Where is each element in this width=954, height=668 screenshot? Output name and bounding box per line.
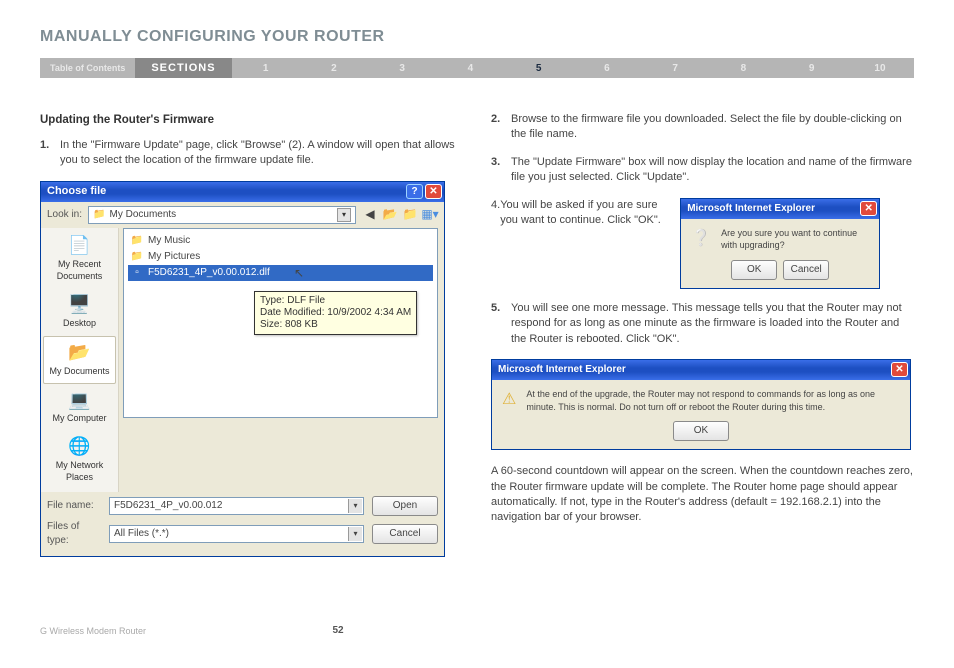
product-name: G Wireless Modem Router [40,626,146,636]
dialog-title: Choose file [47,184,106,199]
cursor-icon: ↖ [294,265,304,282]
sidebar-item-mycomputer[interactable]: 💻 My Computer [43,384,116,431]
section-10[interactable]: 10 [846,63,914,74]
toc-link[interactable]: Table of Contents [40,63,135,73]
mydocs-icon: 📂 [66,341,94,365]
section-4[interactable]: 4 [436,63,504,74]
sidebar-label: My Documents [49,365,109,378]
subheading: Updating the Router's Firmware [40,112,463,128]
file-item-folder[interactable]: 📁 My Pictures [128,249,433,265]
section-8[interactable]: 8 [709,63,777,74]
desktop-icon: 🖥️ [66,293,94,317]
help-button[interactable]: ? [406,184,423,199]
cancel-button[interactable]: Cancel [783,260,829,280]
tooltip-line: Size: 808 KB [260,319,411,331]
confirm-dialog: Microsoft Internet Explorer ✕ ❔ Are you … [680,198,880,289]
file-icon: ▫ [130,266,144,280]
new-folder-icon[interactable]: 📁 [402,207,418,223]
step-number: 1. [40,138,60,169]
views-icon[interactable]: ▦▾ [422,207,438,223]
step-number: 2. [491,112,511,143]
cancel-button[interactable]: Cancel [372,524,438,544]
dialog-title: Microsoft Internet Explorer [687,202,815,216]
choose-file-dialog: Choose file ? ✕ Look in: 📁 My Documents … [40,181,445,557]
step-number: 3. [491,155,511,186]
file-name: My Pictures [148,250,200,264]
look-in-combo[interactable]: 📁 My Documents ▾ [88,206,356,224]
tooltip-line: Date Modified: 10/9/2002 4:34 AM [260,307,411,319]
sidebar-item-mynetwork[interactable]: 🌐 My Network Places [43,431,116,490]
file-name: F5D6231_4P_v0.00.012.dlf [148,266,270,280]
section-9[interactable]: 9 [778,63,846,74]
filename-input[interactable]: F5D6231_4P_v0.00.012 ▾ [109,497,364,515]
close-button[interactable]: ✕ [425,184,442,199]
file-name: My Music [148,234,190,248]
up-icon[interactable]: 📂 [382,207,398,223]
folder-icon: 📁 [93,208,105,222]
dialog-title: Microsoft Internet Explorer [498,363,626,377]
filename-label: File name: [47,499,101,513]
sidebar-item-desktop[interactable]: 🖥️ Desktop [43,289,116,336]
section-1[interactable]: 1 [232,63,300,74]
back-icon[interactable]: ◀ [362,207,378,223]
warning-icon: ⚠ [502,389,516,411]
chevron-down-icon[interactable]: ▾ [348,527,362,541]
step-number: 5. [491,301,511,347]
folder-icon: 📁 [130,234,144,248]
step-text: Browse to the firmware file you download… [511,112,914,143]
section-7[interactable]: 7 [641,63,709,74]
filetype-select[interactable]: All Files (*.*) ▾ [109,525,364,543]
file-item-selected[interactable]: ▫ F5D6231_4P_v0.00.012.dlf [128,265,433,281]
page-number: 52 [146,625,530,636]
computer-icon: 💻 [66,388,94,412]
look-in-value: My Documents [109,208,176,222]
chevron-down-icon[interactable]: ▾ [337,208,351,222]
dialog-text: At the end of the upgrade, the Router ma… [526,388,900,413]
look-in-label: Look in: [47,208,82,222]
open-button[interactable]: Open [372,496,438,516]
sidebar-item-recent[interactable]: 📄 My Recent Documents [43,230,116,289]
step-text: The "Update Firmware" box will now displ… [511,155,914,186]
sidebar-item-mydocs[interactable]: 📂 My Documents [43,336,116,385]
recent-icon: 📄 [66,234,94,258]
step-number: 4. [491,198,500,229]
folder-icon: 📁 [130,250,144,264]
file-list[interactable]: 📁 My Music 📁 My Pictures ▫ F5D6231_4P_v0… [123,228,438,418]
right-column: 2. Browse to the firmware file you downl… [491,112,914,557]
step-text: You will see one more message. This mess… [511,301,914,347]
sidebar-label: My Network Places [43,459,116,484]
step-text: You will be asked if you are sure you wa… [500,198,670,229]
file-tooltip: Type: DLF File Date Modified: 10/9/2002 … [254,291,417,335]
dialog-text: Are you sure you want to continue with u… [721,227,869,252]
sections-label: SECTIONS [135,58,231,78]
close-button[interactable]: ✕ [891,362,908,377]
close-button[interactable]: ✕ [860,201,877,216]
section-3[interactable]: 3 [368,63,436,74]
section-2[interactable]: 2 [300,63,368,74]
sidebar-label: Desktop [63,317,96,330]
left-column: Updating the Router's Firmware 1. In the… [40,112,463,557]
ok-button[interactable]: OK [673,421,729,441]
sidebar-label: My Computer [52,412,106,425]
section-6[interactable]: 6 [573,63,641,74]
sidebar-label: My Recent Documents [43,258,116,283]
section-5[interactable]: 5 [505,63,573,74]
filetype-value: All Files (*.*) [114,527,169,541]
chevron-down-icon[interactable]: ▾ [348,499,362,513]
closing-paragraph: A 60-second countdown will appear on the… [491,464,914,526]
step-text: In the "Firmware Update" page, click "Br… [60,138,463,169]
question-icon: ❔ [691,228,711,250]
filetype-label: Files of type: [47,520,101,548]
network-icon: 🌐 [66,435,94,459]
tooltip-line: Type: DLF File [260,295,411,307]
ok-button[interactable]: OK [731,260,777,280]
page-title: MANUALLY CONFIGURING YOUR ROUTER [40,28,914,46]
file-item-folder[interactable]: 📁 My Music [128,233,433,249]
filename-value: F5D6231_4P_v0.00.012 [114,499,222,513]
section-nav: Table of Contents SECTIONS 1 2 3 4 5 6 7… [40,58,914,78]
info-dialog: Microsoft Internet Explorer ✕ ⚠ At the e… [491,359,911,450]
